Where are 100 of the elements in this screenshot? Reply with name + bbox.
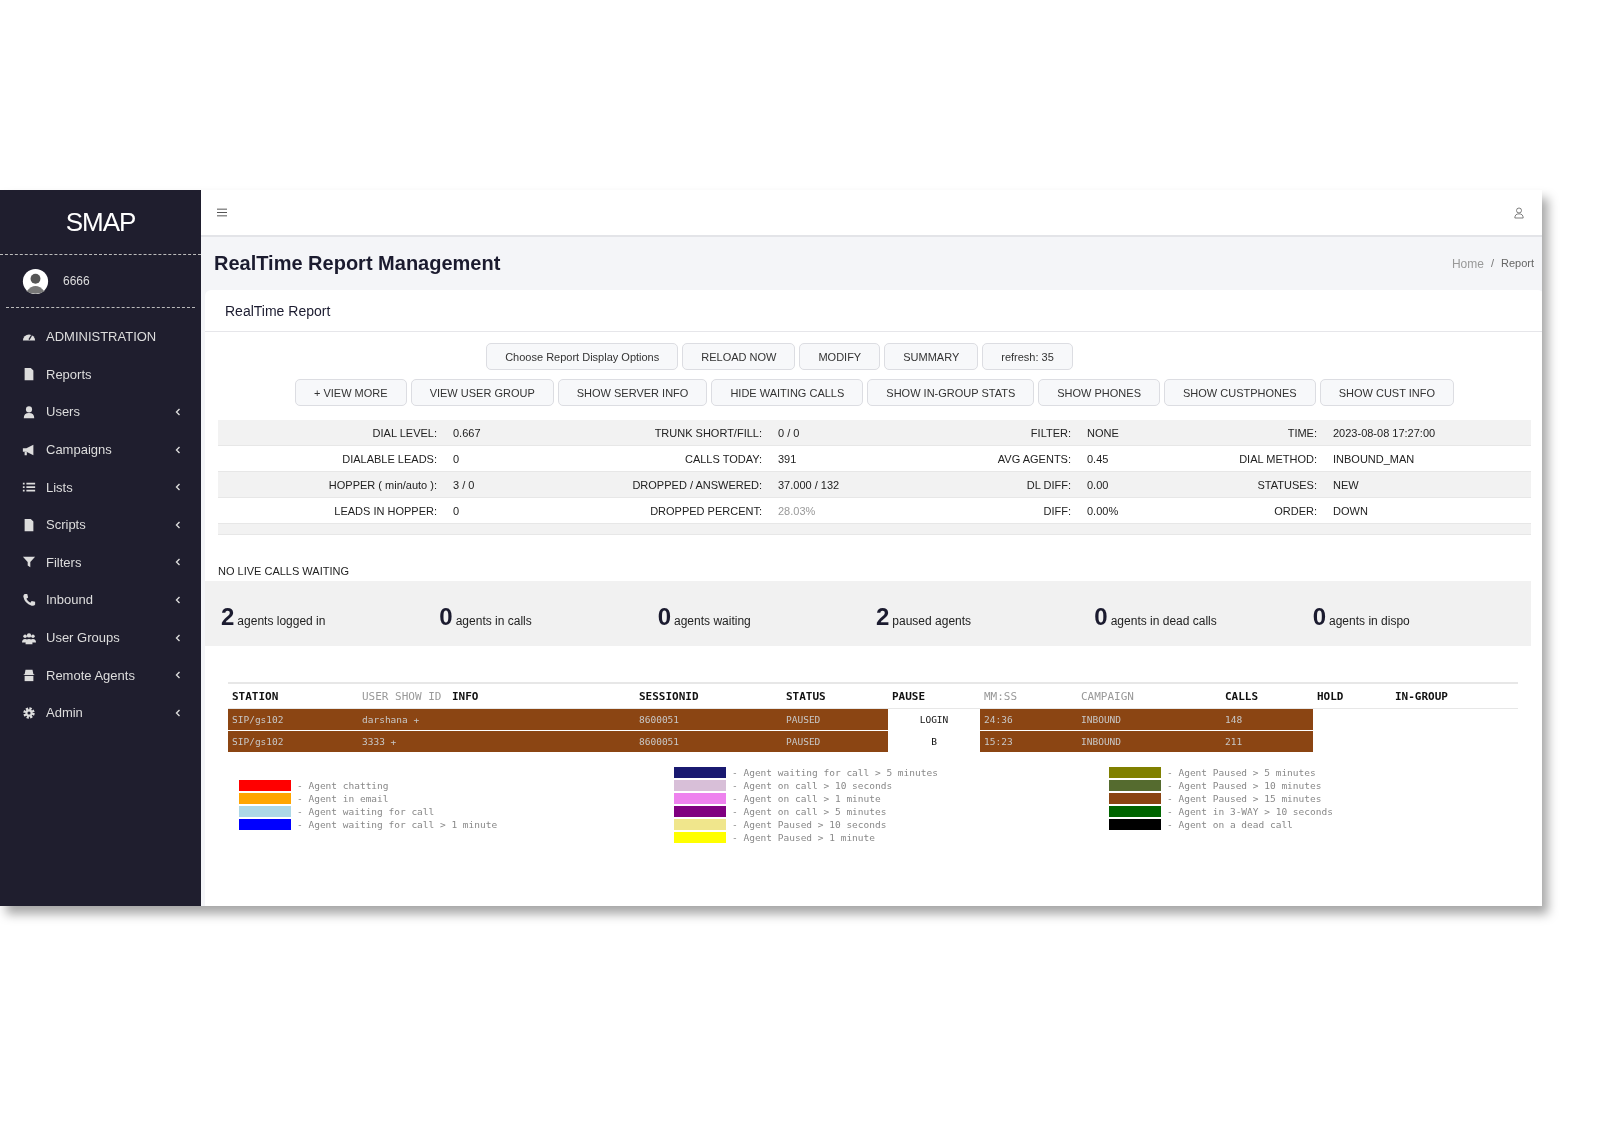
report-button[interactable]: SHOW SERVER INFO (557, 379, 708, 406)
nav-item[interactable]: Filters (0, 543, 201, 582)
chevron-left-icon (175, 483, 181, 492)
column-header: IN-GROUP (1394, 689, 1449, 703)
report-button[interactable]: + VIEW MORE (294, 379, 407, 406)
column-header: HOLD (1316, 689, 1345, 703)
user-icon (22, 405, 36, 419)
legend-label: - Agent Paused > 10 seconds (732, 819, 887, 830)
table-cell: INBOUND (1077, 709, 1221, 730)
legend-label: - Agent in 3-WAY > 10 seconds (1167, 806, 1333, 817)
report-button[interactable]: SHOW PHONES (1038, 379, 1160, 406)
nav-item[interactable]: Reports (0, 355, 201, 394)
stat-label: DIAL LEVEL: (371, 426, 438, 439)
stat-label: DIAL METHOD: (1238, 452, 1318, 465)
agent-count-label: agents in dispo (1329, 613, 1410, 628)
avatar-icon[interactable] (22, 267, 49, 295)
stat-value: INBOUND_MAN (1332, 452, 1416, 465)
user-icon[interactable] (1514, 206, 1524, 219)
stat-value: NONE (1086, 426, 1120, 439)
report-button[interactable]: SHOW CUST INFO (1319, 379, 1455, 406)
agent-count: 0 (657, 602, 671, 631)
stat-value: 37.000 / 132 (777, 478, 841, 491)
chevron-left-icon (175, 708, 181, 717)
column-header: INFO (451, 689, 480, 703)
stat-label: DIFF: (1042, 504, 1072, 517)
page-title: RealTime Report Management (214, 252, 501, 275)
table-cell: 148 (1221, 709, 1313, 730)
stat-value: 3 / 0 (452, 478, 476, 491)
column-header: STATION (231, 689, 280, 703)
legend-label: - Agent waiting for call (297, 806, 435, 817)
logo[interactable]: SMAP (65, 206, 136, 238)
agent-count-label: agents in dead calls (1110, 613, 1217, 628)
stat-label: DL DIFF: (1025, 478, 1072, 491)
chevron-left-icon (175, 595, 181, 604)
agent-count-label: agents waiting (674, 613, 751, 628)
report-button[interactable]: HIDE WAITING CALLS (711, 379, 864, 406)
agent-count: 2 (876, 602, 890, 631)
agent-count-label: agents logged in (237, 613, 326, 628)
nav-item[interactable]: Admin (0, 693, 201, 732)
table-cell: 15:23 (980, 731, 1077, 752)
legend-label: - Agent Paused > 1 minute (732, 832, 875, 843)
legend-label: - Agent waiting for call > 1 minute (297, 819, 498, 830)
column-header: STATUS (785, 689, 827, 703)
stat-label: STATUSES: (1256, 478, 1318, 491)
breadcrumb-item: Report (1500, 256, 1534, 271)
legend-label: - Agent waiting for call > 5 minutes (732, 767, 938, 778)
legend-label: - Agent Paused > 5 minutes (1167, 767, 1316, 778)
table-cell: PAUSED (782, 731, 888, 752)
menu-icon[interactable] (217, 208, 227, 217)
report-button[interactable]: SHOW IN-GROUP STATS (867, 379, 1035, 406)
agent-count: 0 (439, 602, 453, 631)
stat-label: HOPPER ( min/auto ): (327, 478, 438, 491)
report-button[interactable]: SUMMARY (884, 343, 979, 370)
nav-item[interactable]: Remote Agents (0, 656, 201, 694)
legend-label: - Agent in email (297, 793, 389, 804)
stat-label: TIME: (1286, 426, 1318, 439)
report-button[interactable]: VIEW USER GROUP (410, 379, 554, 406)
table-cell: darshana + (358, 709, 448, 730)
waiting-notice: NO LIVE CALLS WAITING (218, 565, 350, 577)
nav-item[interactable]: Inbound (0, 581, 201, 619)
column-header: CAMPAIGN (1080, 689, 1135, 703)
table-cell: 8600051 (635, 709, 782, 730)
report-button[interactable]: MODIFY (799, 343, 881, 370)
report-button[interactable]: Choose Report Display Options (486, 343, 679, 370)
report-button[interactable]: SHOW CUSTPHONES (1164, 379, 1316, 406)
stat-label: FILTER: (1029, 426, 1072, 439)
chevron-left-icon (175, 408, 181, 416)
legend-label: - Agent chatting (297, 780, 389, 791)
filter-icon (22, 555, 36, 570)
column-header: SESSIONID (638, 689, 700, 703)
column-header: PAUSE (891, 689, 927, 703)
agent-count: 0 (1312, 602, 1326, 631)
stat-label: AVG AGENTS: (996, 452, 1072, 465)
stat-value: 0 / 0 (777, 426, 801, 439)
stat-value: 0.00% (1086, 504, 1120, 517)
stat-value: DOWN (1332, 504, 1369, 517)
legend-label: - Agent on call > 5 minutes (732, 806, 887, 817)
stat-value: 0 (452, 452, 461, 465)
users-icon (22, 630, 36, 645)
chevron-left-icon (175, 445, 181, 454)
stat-value: 0 (452, 504, 461, 517)
agent-count-label: paused agents (892, 613, 972, 628)
table-cell: PAUSED (782, 709, 888, 730)
nav-item[interactable]: ADMINISTRATION (0, 318, 201, 356)
legend-label: - Agent Paused > 15 minutes (1167, 793, 1322, 804)
report-button[interactable]: RELOAD NOW (682, 343, 796, 370)
settings-icon (22, 705, 36, 720)
nav-item[interactable]: Users (0, 393, 201, 431)
nav-item[interactable]: Campaigns (0, 430, 201, 469)
nav-item[interactable]: Scripts (0, 505, 201, 544)
stat-value: NEW (1332, 478, 1360, 491)
legend-label: - Agent on call > 10 seconds (732, 780, 893, 791)
agent-count: 2 (221, 602, 235, 631)
nav-item[interactable]: User Groups (0, 618, 201, 657)
stat-label: LEADS IN HOPPER: (333, 504, 438, 517)
report-button[interactable]: refresh: 35 (982, 343, 1073, 370)
chevron-left-icon (175, 520, 181, 529)
nav-item[interactable]: Lists (0, 468, 201, 506)
document-icon (22, 367, 36, 382)
megaphone-icon (22, 442, 36, 457)
